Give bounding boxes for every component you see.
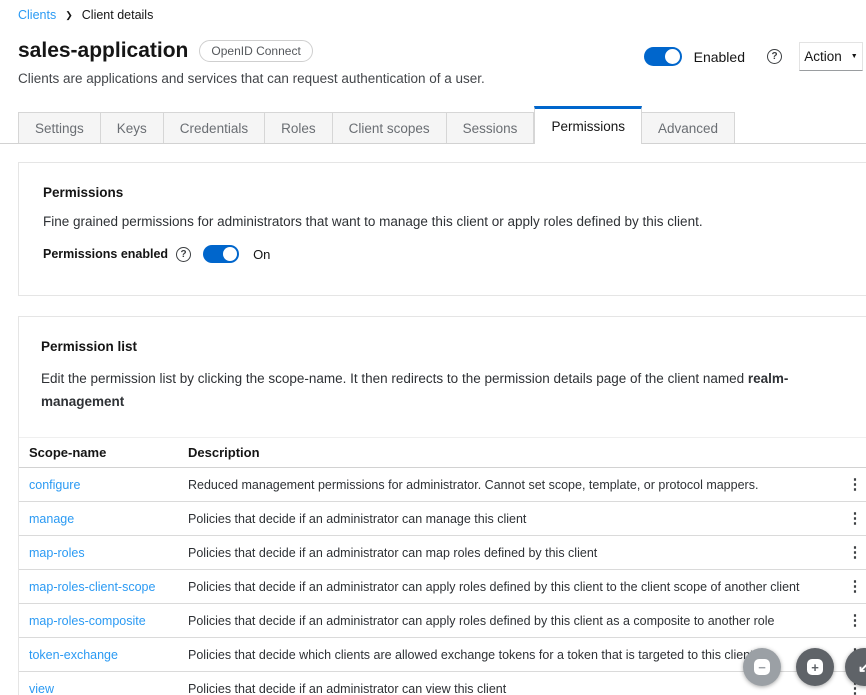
kebab-menu-icon[interactable]: ⋮ (844, 579, 866, 594)
permissions-card: Permissions Fine grained permissions for… (18, 162, 866, 296)
scope-description: Policies that decide if an administrator… (178, 570, 831, 604)
breadcrumb-clients-link[interactable]: Clients (18, 8, 56, 22)
arrow-down-left-icon: ↙ (858, 658, 866, 676)
table-row: map-roles Policies that decide if an adm… (19, 536, 866, 570)
permission-list-description: Edit the permission list by clicking the… (19, 367, 841, 413)
client-details-page: Clients ❯ Client details sales-applicati… (0, 0, 866, 695)
permissions-enabled-state: On (253, 247, 270, 262)
permissions-card-description: Fine grained permissions for administrat… (43, 214, 855, 229)
table-row: map-roles-composite Policies that decide… (19, 604, 866, 638)
scope-link[interactable]: configure (29, 478, 80, 492)
title-row: sales-application OpenID Connect (18, 39, 313, 63)
tab-label: Sessions (463, 121, 518, 136)
kebab-menu-icon[interactable]: ⋮ (844, 511, 866, 526)
tab-permissions[interactable]: Permissions (534, 106, 642, 144)
tab-label: Keys (117, 121, 147, 136)
toggle-knob (223, 247, 237, 261)
protocol-badge: OpenID Connect (199, 40, 312, 62)
scope-link[interactable]: map-roles-composite (29, 614, 146, 628)
scope-link[interactable]: map-roles-client-scope (29, 580, 155, 594)
enabled-label: Enabled (694, 49, 745, 65)
kebab-menu-icon[interactable]: ⋮ (844, 545, 866, 560)
permission-list-card: Permission list Edit the permission list… (18, 316, 866, 695)
scope-description: Policies that decide if an administrator… (178, 536, 831, 570)
tab-advanced[interactable]: Advanced (642, 112, 735, 143)
help-icon[interactable]: ? (176, 247, 191, 262)
header-controls: Enabled ? Action ▼ (644, 42, 863, 71)
scope-link[interactable]: view (29, 682, 54, 695)
tab-label: Settings (35, 121, 84, 136)
tab-label: Permissions (551, 119, 625, 134)
breadcrumb-current: Client details (82, 8, 154, 22)
help-icon[interactable]: ? (767, 49, 782, 64)
tab-label: Credentials (180, 121, 248, 136)
action-dropdown-label: Action (804, 49, 842, 64)
minus-icon: − (754, 659, 770, 675)
permission-list-title: Permission list (19, 339, 866, 354)
permission-list-description-text: Edit the permission list by clicking the… (41, 371, 748, 386)
table-header-row: Scope-name Description (19, 438, 866, 468)
scope-description: Policies that decide if an administrator… (178, 502, 831, 536)
column-header-description: Description (178, 438, 831, 468)
zoom-in-button[interactable]: + (796, 648, 834, 686)
action-dropdown[interactable]: Action ▼ (799, 42, 863, 71)
toggle-knob (665, 49, 680, 64)
breadcrumb-chevron-icon: ❯ (65, 10, 73, 21)
scope-description: Reduced management permissions for admin… (178, 468, 831, 502)
kebab-menu-icon[interactable]: ⋮ (844, 613, 866, 628)
column-header-actions (831, 438, 866, 468)
scope-link[interactable]: manage (29, 512, 74, 526)
tab-keys[interactable]: Keys (101, 112, 164, 143)
scope-link[interactable]: token-exchange (29, 648, 118, 662)
zoom-out-button[interactable]: − (743, 648, 781, 686)
tab-settings[interactable]: Settings (18, 112, 101, 143)
tab-label: Advanced (658, 121, 718, 136)
table-row: map-roles-client-scope Policies that dec… (19, 570, 866, 604)
tab-label: Roles (281, 121, 316, 136)
column-header-scope-name: Scope-name (19, 438, 178, 468)
page-subtitle: Clients are applications and services th… (18, 71, 485, 86)
table-row: view Policies that decide if an administ… (19, 672, 866, 695)
tab-credentials[interactable]: Credentials (164, 112, 265, 143)
client-enabled-toggle[interactable] (644, 47, 682, 66)
permissions-enabled-row: Permissions enabled ? On (43, 245, 855, 263)
page-title: sales-application (18, 39, 188, 63)
plus-icon: + (807, 659, 823, 675)
permissions-enabled-toggle[interactable] (203, 245, 239, 263)
permissions-card-title: Permissions (43, 185, 855, 200)
tab-bar: Settings Keys Credentials Roles Client scope… (0, 106, 866, 144)
scope-link[interactable]: map-roles (29, 546, 85, 560)
permission-table-body: configure Reduced management permissions… (19, 468, 866, 695)
permissions-enabled-label: Permissions enabled (43, 247, 168, 261)
tab-client-scopes[interactable]: Client scopes (333, 112, 447, 143)
tab-sessions[interactable]: Sessions (447, 112, 535, 143)
breadcrumb: Clients ❯ Client details (18, 8, 153, 22)
permission-table: Scope-name Description configure Reduced… (19, 437, 866, 695)
kebab-menu-icon[interactable]: ⋮ (844, 477, 866, 492)
tab-label: Client scopes (349, 121, 430, 136)
table-row: manage Policies that decide if an admini… (19, 502, 866, 536)
chevron-down-icon: ▼ (851, 53, 858, 60)
scope-description: Policies that decide if an administrator… (178, 672, 831, 695)
table-row: token-exchange Policies that decide whic… (19, 638, 866, 672)
scope-description: Policies that decide which clients are a… (178, 638, 831, 672)
table-row: configure Reduced management permissions… (19, 468, 866, 502)
tab-roles[interactable]: Roles (265, 112, 333, 143)
scope-description: Policies that decide if an administrator… (178, 604, 831, 638)
